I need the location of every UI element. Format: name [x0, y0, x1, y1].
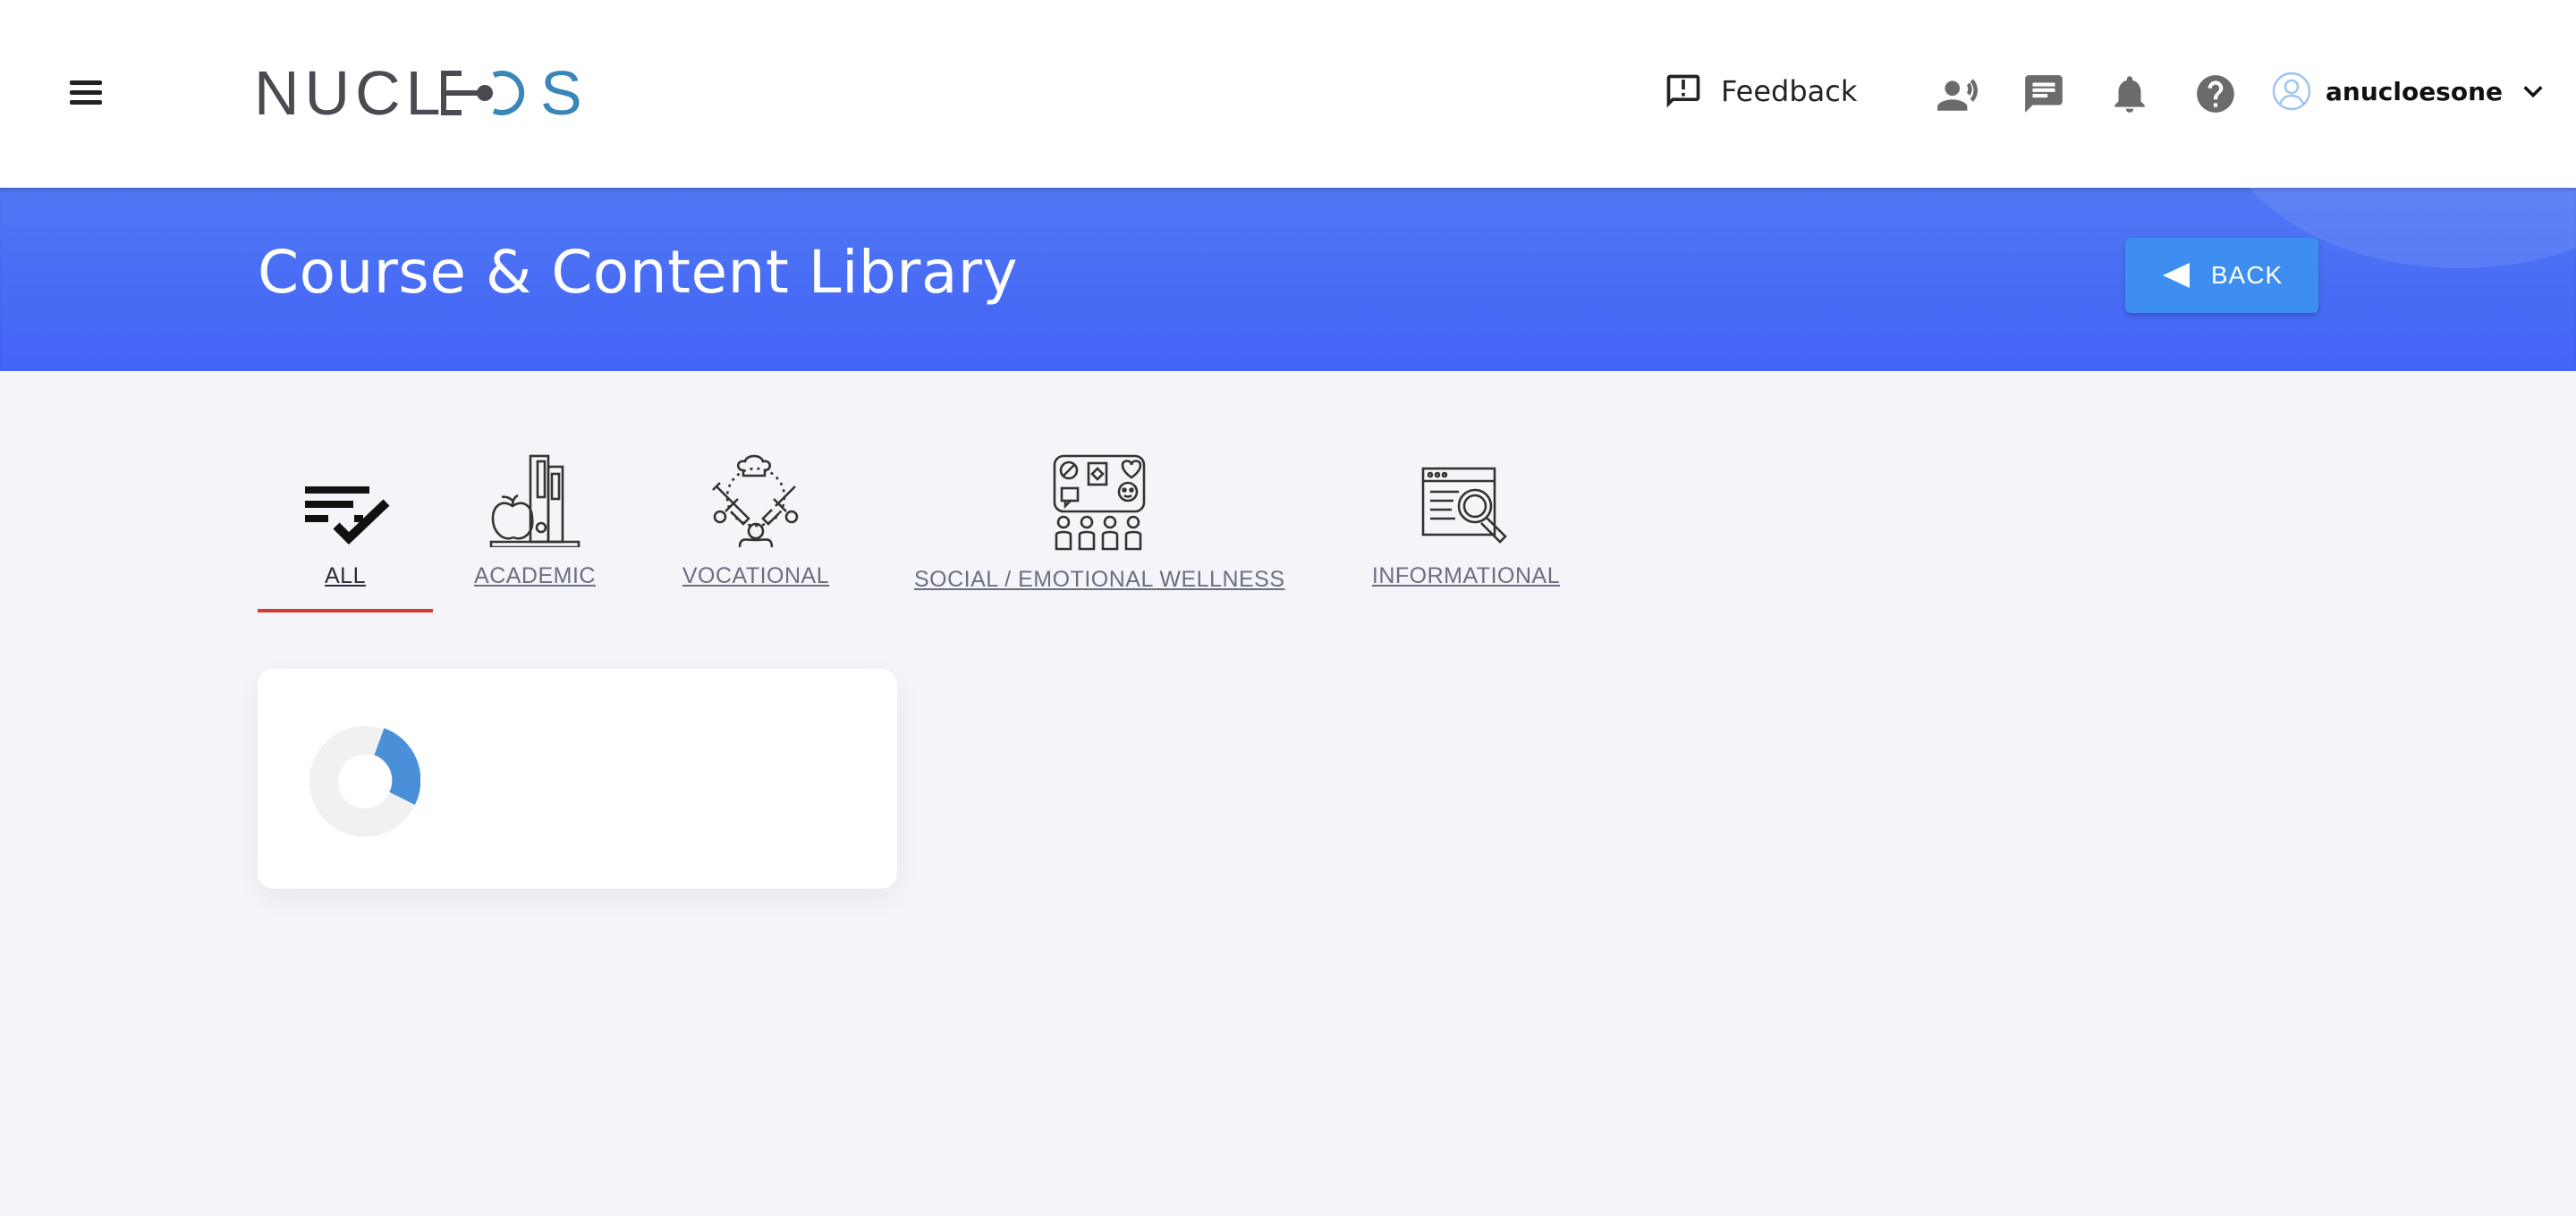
- browser-search-icon: [1421, 467, 1507, 544]
- tab-label: VOCATIONAL: [682, 563, 830, 588]
- top-bar: NUCL S Feedback anucloesone: [0, 0, 2576, 188]
- feedback-button[interactable]: Feedback: [1664, 72, 1857, 111]
- voice-icon[interactable]: [1936, 72, 1980, 116]
- tab-social-emotional-wellness[interactable]: SOCIAL / EMOTIONAL WELLNESS: [914, 454, 1284, 593]
- tab-label: SOCIAL / EMOTIONAL WELLNESS: [914, 567, 1285, 592]
- page-title: Course & Content Library: [258, 238, 1019, 307]
- checklist-icon: [305, 486, 390, 545]
- username: anucloesone: [2326, 76, 2504, 106]
- feedback-icon: [1666, 74, 1700, 108]
- menu-icon[interactable]: [64, 75, 107, 111]
- tab-all[interactable]: ALL: [258, 454, 433, 589]
- messages-icon[interactable]: [2021, 72, 2066, 116]
- loading-spinner-icon: [309, 726, 420, 837]
- tab-label: ALL: [325, 563, 366, 588]
- tab-label: INFORMATIONAL: [1371, 563, 1561, 588]
- help-icon[interactable]: [2193, 72, 2238, 116]
- page-banner: Course & Content Library BACK: [0, 188, 2576, 371]
- chevron-down-icon: [2523, 86, 2543, 98]
- tab-academic[interactable]: ACADEMIC: [472, 454, 597, 589]
- tab-label: ACADEMIC: [474, 563, 596, 588]
- user-avatar-icon: [2272, 72, 2311, 111]
- content-card: [258, 669, 897, 889]
- books-apple-icon: [489, 454, 580, 547]
- feedback-label: Feedback: [1721, 74, 1858, 108]
- notifications-icon[interactable]: [2107, 72, 2152, 116]
- back-arrow-icon: [2162, 263, 2190, 288]
- back-button[interactable]: BACK: [2125, 238, 2318, 313]
- tab-informational[interactable]: INFORMATIONAL: [1368, 454, 1563, 589]
- tools-chef-icon: [712, 454, 799, 547]
- tab-vocational[interactable]: VOCATIONAL: [682, 454, 830, 589]
- user-menu[interactable]: anucloesone: [2272, 70, 2546, 113]
- active-tab-indicator: [258, 609, 433, 612]
- back-label: BACK: [2210, 261, 2284, 289]
- group-board-icon: [1053, 454, 1146, 551]
- svg-text:NUCL: NUCL: [254, 58, 446, 128]
- svg-text:S: S: [540, 58, 582, 128]
- nucleos-logo[interactable]: NUCL S: [254, 57, 594, 129]
